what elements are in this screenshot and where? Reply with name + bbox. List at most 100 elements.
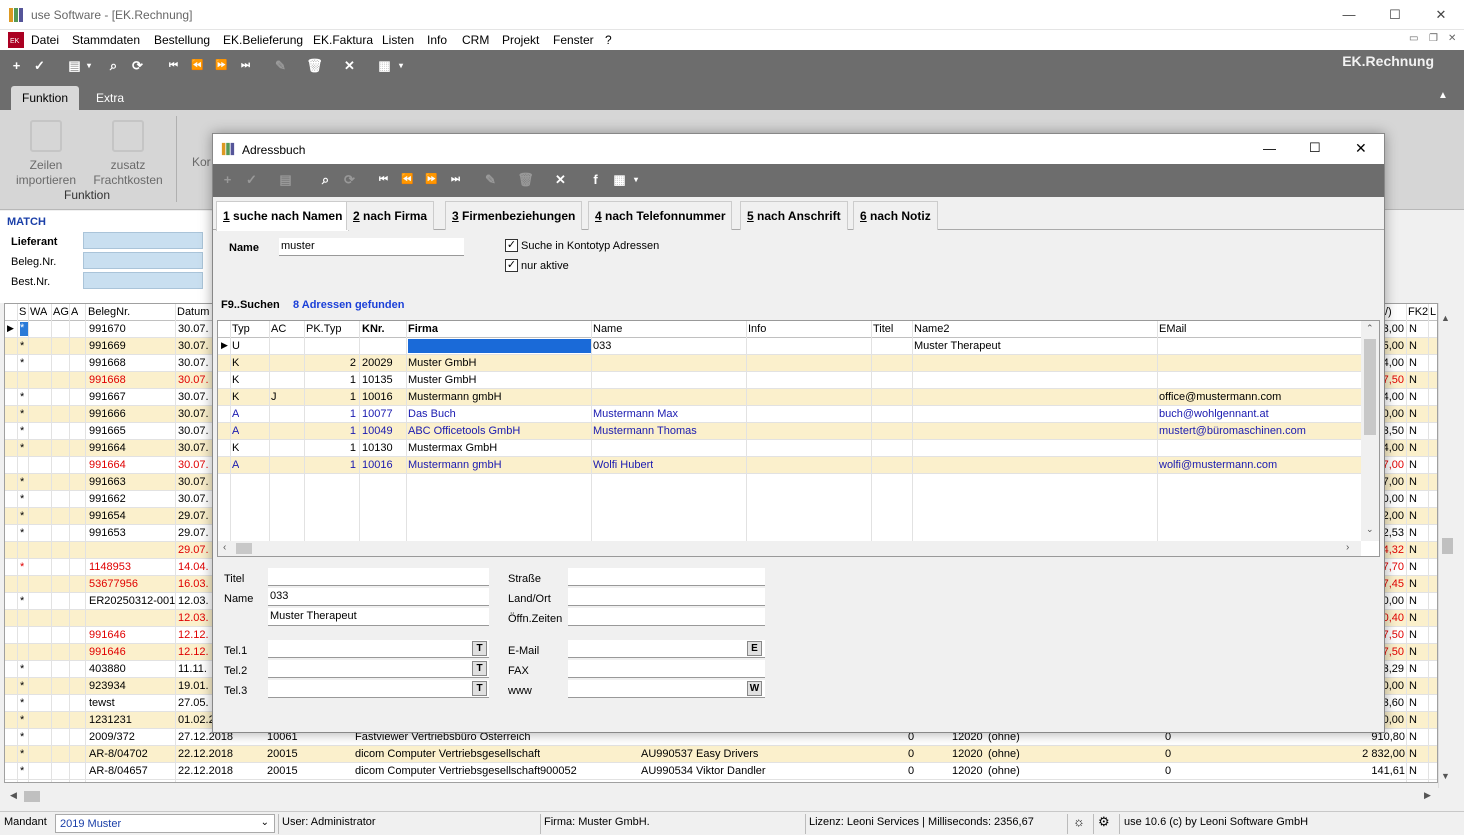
search-name-input[interactable]: muster [279,238,464,256]
mdi-close-icon[interactable]: ✕ [1448,33,1456,44]
col-amount[interactable]: /) [1385,306,1392,318]
col-l[interactable]: L [1430,306,1436,318]
import-lines-button[interactable]: Zeilen importieren [12,120,80,188]
oeffnungszeiten-input[interactable] [568,608,765,626]
nur-aktive-checkbox[interactable]: ✓ [505,259,518,272]
menu-ek-belieferung[interactable]: EK.Belieferung [223,33,303,47]
dlg-check-icon[interactable]: ✓ [243,171,260,188]
col-ag[interactable]: AG [53,306,69,318]
check-icon[interactable]: ✓ [31,57,48,74]
maximize-icon[interactable]: ☐ [1372,0,1418,30]
email-input[interactable] [568,640,765,658]
detail-name-input[interactable]: 033 [268,588,489,606]
col-fk2[interactable]: FK2 [1408,306,1428,318]
acol-name[interactable]: Name [593,323,622,335]
tab-extra[interactable]: Extra [85,86,135,110]
dialog-minimize-icon[interactable]: — [1263,141,1276,156]
dlg-add-icon[interactable]: + [219,171,236,188]
menu-bestellung[interactable]: Bestellung [154,33,210,47]
acol-typ[interactable]: Typ [232,323,250,335]
acol-pktyp[interactable]: PK.Typ [306,323,341,335]
tab-nach-telefonnummer[interactable]: 4 nach Telefonnummer [588,201,733,230]
dlg-grid-icon[interactable]: ▦ [611,171,628,188]
add-icon[interactable]: + [8,57,25,74]
tel3-call-button[interactable]: T [472,681,487,696]
print-dropdown-icon[interactable]: ▾ [84,57,94,74]
table-row[interactable]: * AR-8/04657 22.12.2018 20015 dicom Computer… [5,763,1437,780]
bestnr-field[interactable] [83,272,203,289]
menu-datei[interactable]: Datei [31,33,59,47]
address-row[interactable]: K J 1 10016 Mustermann gmbH office@mustermann… [218,389,1361,406]
minimize-icon[interactable]: — [1326,0,1372,30]
col-a[interactable]: A [71,306,78,318]
detail-name2-input[interactable]: Muster Therapeut [268,608,489,626]
acol-email[interactable]: EMail [1159,323,1187,335]
dlg-facebook-icon[interactable]: f [587,171,604,188]
belegnr-field[interactable] [83,252,203,269]
dlg-edit-icon[interactable]: ✎ [482,171,499,188]
dlg-first-icon[interactable]: ⏮ [375,171,392,188]
delete-icon[interactable]: 🗑 [306,57,323,74]
dlg-refresh-icon[interactable]: ⟳ [341,171,358,188]
col-wa[interactable]: WA [30,306,47,318]
dlg-search-icon[interactable]: ⌕ [317,171,334,188]
address-row[interactable]: ▶ U 033 Muster Therapeut [218,338,1361,355]
col-belegnr[interactable]: BelegNr. [88,306,130,318]
tel2-call-button[interactable]: T [472,661,487,676]
address-hscroll[interactable]: ‹ › [218,541,1361,556]
address-row[interactable]: K 1 10135 Muster GmbH [218,372,1361,389]
dlg-prev-icon[interactable]: ⏪ [399,171,416,188]
tel1-call-button[interactable]: T [472,641,487,656]
cancel-icon[interactable]: ✕ [341,57,358,74]
freight-costs-button[interactable]: zusatz Frachtkosten [92,120,164,188]
mandant-select[interactable]: 2019 Muster ⌄ [55,814,275,833]
kontotyp-checkbox[interactable]: ✓ [505,239,518,252]
close-icon[interactable]: ✕ [1418,0,1464,30]
prev-record-icon[interactable]: ⏪ [189,57,206,74]
www-input[interactable] [568,680,765,698]
address-row[interactable]: A 1 10016 Mustermann gmbH Wolfi Hubert wolfi@… [218,457,1361,474]
col-datum[interactable]: Datum [177,306,209,318]
fax-input[interactable] [568,660,765,678]
address-row[interactable]: A 1 10049 ABC Officetools GmbH Mustermann Th… [218,423,1361,440]
scroll-thumb[interactable] [1442,538,1453,554]
dlg-print-icon[interactable]: ▤ [277,171,294,188]
dlg-delete-icon[interactable]: 🗑 [517,171,534,188]
print-icon[interactable]: ▤ [66,57,83,74]
lieferant-field[interactable] [83,232,203,249]
tab-funktion[interactable]: Funktion [11,86,80,110]
last-record-icon[interactable]: ⏭ [237,57,254,74]
grid-icon[interactable]: ▦ [376,57,393,74]
landort-input[interactable] [568,588,765,606]
menu-crm[interactable]: CRM [462,33,489,47]
address-row[interactable]: K 1 10130 Mustermax GmbH [218,440,1361,457]
address-vscroll[interactable]: ⌃ ⌄ [1361,321,1379,541]
address-hscroll-thumb[interactable] [236,543,252,554]
edit-icon[interactable]: ✎ [272,57,289,74]
grid-vertical-scrollbar[interactable]: ▲ ▼ [1438,303,1454,788]
dlg-last-icon[interactable]: ⏭ [447,171,464,188]
menu-info[interactable]: Info [427,33,447,47]
acol-info[interactable]: Info [748,323,766,335]
detail-titel-input[interactable] [268,568,489,586]
tel1-input[interactable] [268,640,489,658]
dlg-next-icon[interactable]: ⏩ [423,171,440,188]
address-row[interactable]: A 1 10077 Das Buch Mustermann Max buch@wohlge… [218,406,1361,423]
menu-help[interactable]: ? [605,33,612,47]
menu-listen[interactable]: Listen [382,33,414,47]
grid-horizontal-scrollbar[interactable]: ◀ ▶ [4,788,1454,805]
strasse-input[interactable] [568,568,765,586]
tab-nach-firma[interactable]: 2 nach Firma [346,201,435,230]
grid-dropdown-icon[interactable]: ▾ [396,57,406,74]
acol-name2[interactable]: Name2 [914,323,949,335]
next-record-icon[interactable]: ⏩ [213,57,230,74]
tel3-input[interactable] [268,680,489,698]
email-send-button[interactable]: E [747,641,762,656]
dlg-grid-dropdown-icon[interactable]: ▾ [631,171,641,188]
acol-ac[interactable]: AC [271,323,286,335]
tab-nach-notiz[interactable]: 6 nach Notiz [853,201,938,230]
ribbon-partial-label[interactable]: Kor [192,155,211,170]
mdi-minimize-icon[interactable]: ▭ [1409,33,1418,44]
tab-suche-nach-namen[interactable]: 1 suche nach Namen [216,201,350,231]
refresh-icon[interactable]: ⟳ [129,57,146,74]
